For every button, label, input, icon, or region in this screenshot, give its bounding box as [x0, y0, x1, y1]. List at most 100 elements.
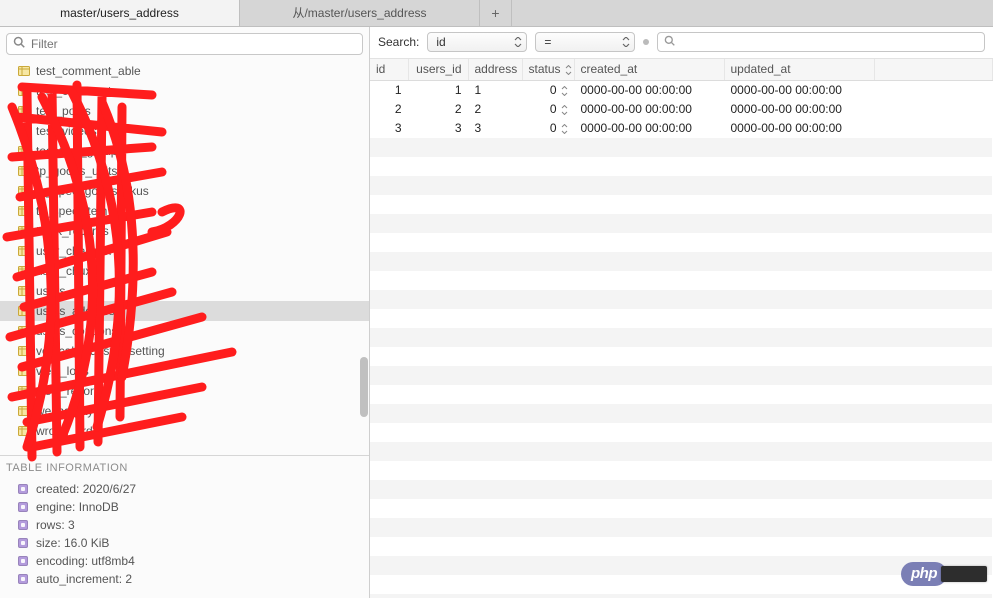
- tab-add-button[interactable]: +: [480, 0, 512, 26]
- info-row: encoding: utf8mb4: [18, 552, 363, 570]
- search-row: Search: id =: [370, 27, 993, 59]
- tree-item-label: user_chuxu: [36, 264, 98, 278]
- table-icon: [18, 226, 30, 236]
- tab-secondary[interactable]: 从/master/users_address: [240, 0, 480, 26]
- empty-row: [370, 385, 993, 404]
- tree-item-label: test_videos: [36, 124, 97, 138]
- plus-icon: +: [491, 5, 499, 21]
- tree-item[interactable]: view_records: [0, 381, 369, 401]
- table-icon: [18, 66, 30, 76]
- filter-status-dot: [643, 39, 649, 45]
- table-information: TABLE INFORMATION created: 2020/6/27engi…: [0, 455, 369, 598]
- info-row: engine: InnoDB: [18, 498, 363, 516]
- tree-item[interactable]: tp_spec_goods_skus: [0, 181, 369, 201]
- sort-updown-icon[interactable]: [561, 105, 568, 115]
- tree-item-label: view_logs: [36, 364, 89, 378]
- tree-item[interactable]: vertical_industry_setting: [0, 341, 369, 361]
- empty-row: [370, 138, 993, 157]
- tree-item[interactable]: wechatpay: [0, 401, 369, 421]
- column-header[interactable]: status: [522, 59, 574, 81]
- tree-item[interactable]: tp_spec_item: [0, 201, 369, 221]
- info-row: rows: 3: [18, 516, 363, 534]
- tree-item[interactable]: track_records: [0, 221, 369, 241]
- tree-item[interactable]: user_chaocan: [0, 241, 369, 261]
- sort-updown-icon[interactable]: [561, 124, 568, 134]
- data-grid[interactable]: idusers_idaddressstatuscreated_atupdated…: [370, 59, 993, 598]
- table-row[interactable]: 22200000-00-00 00:00:000000-00-00 00:00:…: [370, 100, 993, 119]
- cell-id: 1: [370, 81, 408, 100]
- filter-input[interactable]: [31, 37, 356, 51]
- empty-row: [370, 404, 993, 423]
- tree-item[interactable]: test_posts: [0, 101, 369, 121]
- table-icon: [18, 286, 30, 296]
- content-area: Search: id =: [370, 27, 993, 598]
- empty-row: [370, 176, 993, 195]
- tab-primary[interactable]: master/users_address: [0, 0, 240, 26]
- tree-item[interactable]: users_coupons: [0, 321, 369, 341]
- results-table: idusers_idaddressstatuscreated_atupdated…: [370, 59, 993, 598]
- cell-id: 3: [370, 119, 408, 138]
- table-row[interactable]: 33300000-00-00 00:00:000000-00-00 00:00:…: [370, 119, 993, 138]
- table-icon: [18, 206, 30, 216]
- tree-item[interactable]: users: [0, 281, 369, 301]
- tree-item-label: test_posts: [36, 104, 91, 118]
- tree-item[interactable]: test_comments: [0, 81, 369, 101]
- cell-users-id: 2: [408, 100, 468, 119]
- cell-users-id: 1: [408, 81, 468, 100]
- tree-item[interactable]: test_videos: [0, 121, 369, 141]
- table-icon: [18, 366, 30, 376]
- info-badge-icon: [18, 484, 28, 494]
- cell-spacer: [874, 81, 993, 100]
- scrollbar-thumb[interactable]: [360, 357, 368, 417]
- tree-item[interactable]: test_comment_able: [0, 61, 369, 81]
- search-icon: [664, 35, 675, 49]
- column-header[interactable]: id: [370, 59, 408, 81]
- tree-item[interactable]: view_logs: [0, 361, 369, 381]
- tree[interactable]: test_comment_abletest_comments test_posts…: [0, 61, 369, 456]
- cell-created-at: 0000-00-00 00:00:00: [574, 81, 724, 100]
- search-op-select[interactable]: =: [535, 32, 635, 52]
- table-info-title: TABLE INFORMATION: [6, 462, 363, 474]
- column-header[interactable]: created_at: [574, 59, 724, 81]
- filter-box[interactable]: [6, 33, 363, 55]
- tree-item[interactable]: user_chuxu: [0, 261, 369, 281]
- search-value-input[interactable]: [681, 35, 978, 49]
- empty-row: [370, 328, 993, 347]
- sort-updown-icon[interactable]: [561, 86, 568, 96]
- column-header[interactable]: updated_at: [724, 59, 874, 81]
- table-icon: [18, 186, 30, 196]
- search-icon: [13, 36, 25, 51]
- cell-address: 3: [468, 119, 522, 138]
- table-icon: [18, 146, 30, 156]
- tree-item[interactable]: tp_goods_units: [0, 161, 369, 181]
- sort-updown-icon[interactable]: [565, 65, 572, 75]
- column-header[interactable]: users_id: [408, 59, 468, 81]
- cell-address: 1: [468, 81, 522, 100]
- table-icon: [18, 406, 30, 416]
- empty-row: [370, 594, 993, 598]
- table-icon: [18, 246, 30, 256]
- table-icon: [18, 346, 30, 356]
- tree-item[interactable]: users_address: [0, 301, 369, 321]
- tree-item[interactable]: together_groups: [0, 141, 369, 161]
- empty-row: [370, 480, 993, 499]
- app-root: master/users_address 从/master/users_addr…: [0, 0, 993, 598]
- empty-row: [370, 252, 993, 271]
- tree-item-label: tp_spec_goods_skus: [36, 184, 149, 198]
- cell-created-at: 0000-00-00 00:00:00: [574, 119, 724, 138]
- tree-item-label: tp_spec_item: [36, 204, 107, 218]
- chevron-updown-icon: [514, 37, 522, 47]
- table-icon: [18, 106, 30, 116]
- table-icon: [18, 266, 30, 276]
- cell-spacer: [874, 100, 993, 119]
- search-input-wrap[interactable]: [657, 32, 985, 52]
- tree-item[interactable]: wrong_orders: [0, 421, 369, 441]
- empty-row: [370, 423, 993, 442]
- search-field-select[interactable]: id: [427, 32, 527, 52]
- empty-row: [370, 214, 993, 233]
- filter-wrap: [0, 27, 369, 61]
- table-row[interactable]: 11100000-00-00 00:00:000000-00-00 00:00:…: [370, 81, 993, 100]
- tree-item-label: users_address: [36, 304, 115, 318]
- cell-address: 2: [468, 100, 522, 119]
- column-header[interactable]: address: [468, 59, 522, 81]
